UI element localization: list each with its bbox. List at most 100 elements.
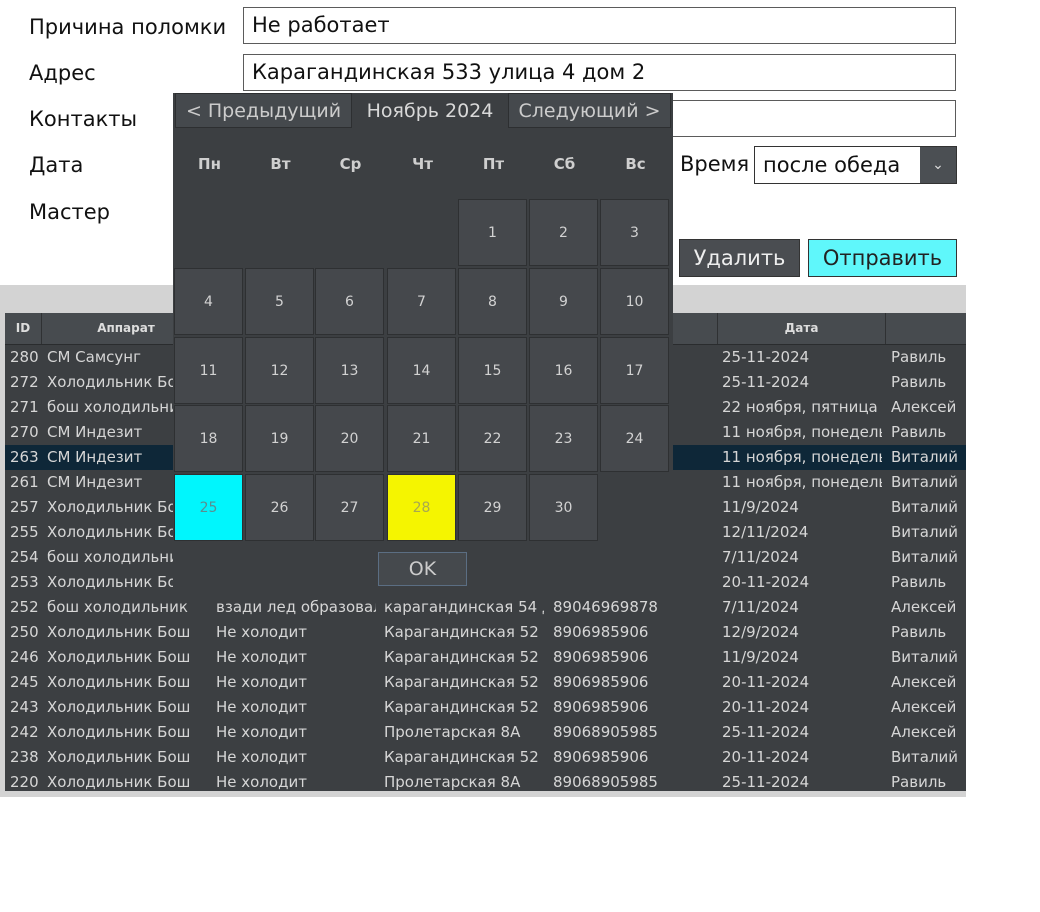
cell-id: 257 — [10, 498, 39, 516]
weekday-header: Вс — [625, 155, 646, 173]
master-label: Мастер — [29, 200, 111, 224]
cell-id: 242 — [10, 723, 39, 741]
calendar-day[interactable]: 25 — [174, 474, 243, 541]
chevron-down-icon[interactable]: ⌄ — [920, 147, 956, 183]
cell-id: 263 — [10, 448, 39, 466]
calendar-day[interactable]: 7 — [387, 268, 456, 335]
calendar-month-title: Ноябрь 2024 — [366, 99, 494, 122]
calendar-day[interactable]: 26 — [245, 474, 314, 541]
calendar-day[interactable]: 6 — [315, 268, 384, 335]
cell-date: 25-11-2024 — [722, 373, 810, 391]
cell-address: Пролетарская 8А — [384, 773, 521, 791]
calendar-ok-button[interactable]: OK — [378, 552, 467, 586]
column-header-date[interactable]: Дата — [718, 313, 886, 344]
weekday-header: Пт — [482, 155, 505, 173]
cell-id: 238 — [10, 748, 39, 766]
cell-id: 272 — [10, 373, 39, 391]
column-header-master[interactable]: Ма — [886, 313, 966, 344]
cell-device: Холодильник Бош — [47, 773, 191, 791]
cell-contact: 89068905985 — [553, 773, 658, 791]
calendar-day[interactable]: 15 — [458, 337, 527, 404]
calendar-day[interactable]: 27 — [315, 474, 384, 541]
calendar-day[interactable]: 12 — [245, 337, 314, 404]
cell-master: Равиль — [891, 623, 947, 641]
cell-master: Алексей — [891, 598, 957, 616]
cell-id: 280 — [10, 348, 39, 366]
calendar-day[interactable]: 18 — [174, 405, 243, 472]
table-row[interactable]: 243 Холодильник Бош Не холодит Карагандинск… — [5, 695, 966, 720]
cell-id: 245 — [10, 673, 39, 691]
calendar-prev-button[interactable]: < Предыдущий — [175, 93, 352, 128]
table-row[interactable]: 220 Холодильник Бош Не холодит Пролетарская… — [5, 770, 966, 791]
cell-device: Холодильник Бош — [47, 698, 191, 716]
cell-id: 261 — [10, 473, 39, 491]
calendar-day[interactable]: 30 — [529, 474, 598, 541]
cell-master: Алексей — [891, 723, 957, 741]
cell-id: 252 — [10, 598, 39, 616]
calendar-day[interactable]: 8 — [458, 268, 527, 335]
calendar-day[interactable]: 20 — [315, 405, 384, 472]
cell-address: Карагандинская 52 — [384, 648, 539, 666]
table-row[interactable]: 252 бош холодильник взади лед образовалс..… — [5, 595, 966, 620]
cell-address: карагандинская 54 до... — [384, 598, 544, 616]
cell-contact: 8906985906 — [553, 673, 649, 691]
address-input[interactable]: Карагандинская 533 улица 4 дом 2 — [243, 54, 956, 91]
calendar-day[interactable]: 17 — [600, 337, 669, 404]
cell-master: Равиль — [891, 423, 947, 441]
calendar-day[interactable]: 14 — [387, 337, 456, 404]
reason-input[interactable]: Не работает — [243, 7, 956, 44]
calendar-day[interactable]: 10 — [600, 268, 669, 335]
cell-reason: Не холодит — [216, 748, 307, 766]
calendar-day[interactable]: 11 — [174, 337, 243, 404]
cell-reason: Не холодит — [216, 698, 307, 716]
cell-id: 220 — [10, 773, 39, 791]
cell-address: Карагандинская 52 — [384, 698, 539, 716]
delete-button[interactable]: Удалить — [679, 239, 800, 277]
table-row[interactable]: 246 Холодильник Бош Не холодит Карагандинск… — [5, 645, 966, 670]
cell-reason: Не холодит — [216, 623, 307, 641]
calendar-day[interactable]: 13 — [315, 337, 384, 404]
table-row[interactable]: 238 Холодильник Бош Не холодит Карагандинск… — [5, 745, 966, 770]
calendar-day[interactable]: 22 — [458, 405, 527, 472]
calendar-day[interactable]: 1 — [458, 199, 527, 266]
cell-reason: взади лед образовалс... — [216, 598, 376, 616]
cell-date: 20-11-2024 — [722, 573, 810, 591]
column-header-id[interactable]: ID — [5, 313, 42, 344]
cell-master: Алексей — [891, 698, 957, 716]
calendar-day[interactable]: 23 — [529, 405, 598, 472]
cell-master: Равиль — [891, 373, 947, 391]
calendar-next-button[interactable]: Следующий > — [508, 93, 671, 128]
calendar-day[interactable]: 24 — [600, 405, 669, 472]
cell-address: Карагандинская 52 — [384, 673, 539, 691]
cell-id: 255 — [10, 523, 39, 541]
table-row[interactable]: 245 Холодильник Бош Не холодит Карагандинск… — [5, 670, 966, 695]
table-row[interactable]: 250 Холодильник Бош Не холодит Карагандинск… — [5, 620, 966, 645]
cell-reason: Не холодит — [216, 648, 307, 666]
calendar-day[interactable]: 21 — [387, 405, 456, 472]
table-row[interactable]: 242 Холодильник Бош Не холодит Пролетарская… — [5, 720, 966, 745]
cell-device: Холодильник Бош — [47, 623, 191, 641]
weekday-header: Сб — [553, 155, 576, 173]
calendar-day[interactable]: 5 — [245, 268, 314, 335]
cell-id: 254 — [10, 548, 39, 566]
cell-contact: 89046969878 — [553, 598, 658, 616]
cell-master: Виталий — [891, 548, 959, 566]
calendar-day[interactable]: 29 — [458, 474, 527, 541]
send-button[interactable]: Отправить — [808, 239, 957, 277]
calendar-day[interactable]: 28 — [387, 474, 456, 541]
cell-contact: 8906985906 — [553, 648, 649, 666]
time-select[interactable]: после обеда ⌄ — [754, 146, 957, 184]
calendar-day[interactable]: 2 — [529, 199, 598, 266]
weekday-header: Чт — [412, 155, 433, 173]
cell-master: Виталий — [891, 473, 959, 491]
calendar-day[interactable]: 16 — [529, 337, 598, 404]
calendar-day[interactable]: 9 — [529, 268, 598, 335]
calendar-day[interactable]: 19 — [245, 405, 314, 472]
cell-date: 11/9/2024 — [722, 498, 799, 516]
cell-contact: 89068905985 — [553, 723, 658, 741]
weekday-header: Пн — [198, 155, 221, 173]
calendar-day[interactable]: 4 — [174, 268, 243, 335]
calendar-popup: < Предыдущий Ноябрь 2024 Следующий > Пн В… — [173, 93, 673, 593]
cell-id: 253 — [10, 573, 39, 591]
calendar-day[interactable]: 3 — [600, 199, 669, 266]
